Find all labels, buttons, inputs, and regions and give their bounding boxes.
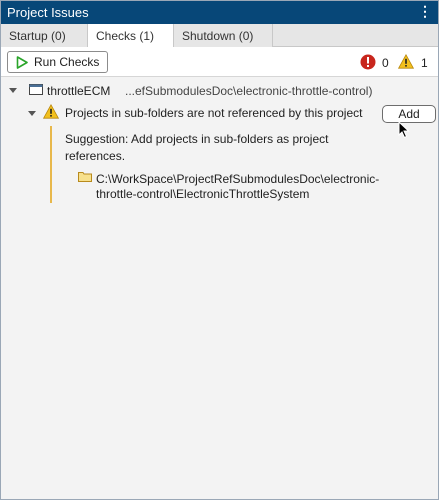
run-icon <box>16 56 28 69</box>
suggestion-text-line2: references. <box>65 149 126 163</box>
project-name[interactable]: throttleECM <box>47 84 110 98</box>
tab-strip: Startup (0) Checks (1) Shutdown (0) <box>1 24 438 48</box>
run-checks-label: Run Checks <box>34 55 100 69</box>
tab-checks[interactable]: Checks (1) <box>88 24 174 48</box>
expand-issue-icon[interactable] <box>28 111 36 116</box>
warning-icon <box>398 54 414 69</box>
project-icon <box>29 84 43 95</box>
error-count: 0 <box>382 56 389 70</box>
tab-checks-label: Checks (1) <box>96 29 155 43</box>
tab-startup[interactable]: Startup (0) <box>1 24 88 47</box>
tab-startup-label: Startup (0) <box>9 29 66 43</box>
folder-path-line2[interactable]: throttle-control\ElectronicThrottleSyste… <box>96 187 309 201</box>
issue-warning-icon <box>43 104 59 119</box>
mouse-pointer-icon <box>398 121 410 139</box>
suggestion-marker <box>50 126 52 203</box>
panel-title: Project Issues <box>7 5 89 20</box>
warning-count: 1 <box>421 56 428 70</box>
tab-shutdown[interactable]: Shutdown (0) <box>174 24 273 47</box>
folder-path-line1[interactable]: C:\WorkSpace\ProjectRefSubmodulesDoc\ele… <box>96 172 379 186</box>
run-checks-button[interactable]: Run Checks <box>7 51 108 73</box>
tab-shutdown-label: Shutdown (0) <box>182 29 254 43</box>
folder-icon <box>78 172 92 182</box>
project-path: ...efSubmodulesDoc\electronic-throttle-c… <box>125 84 373 98</box>
expand-project-icon[interactable] <box>9 88 17 93</box>
panel-menu-icon[interactable]: ⋮ <box>418 4 432 20</box>
issue-text: Projects in sub-folders are not referenc… <box>65 106 363 120</box>
checks-results: throttleECM ...efSubmodulesDoc\electroni… <box>1 78 438 499</box>
project-issues-panel: Project Issues ⋮ Startup (0) Checks (1) … <box>0 0 439 500</box>
suggestion-text-line1: Suggestion: Add projects in sub-folders … <box>65 132 329 146</box>
panel-title-bar: Project Issues ⋮ <box>1 1 438 24</box>
error-icon <box>360 54 376 70</box>
